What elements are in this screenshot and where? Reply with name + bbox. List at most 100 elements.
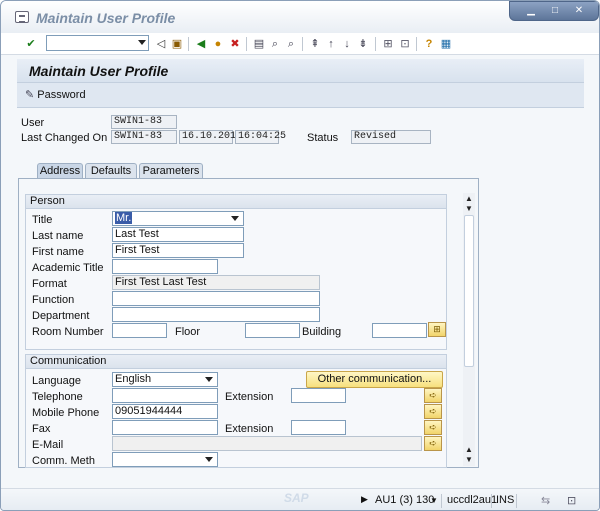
last-changed-label: Last Changed On [21, 132, 108, 144]
save-icon[interactable]: ▣ [169, 36, 185, 52]
title-bar: Maintain User Profile ▁ □ ✕ [1, 1, 599, 33]
password-button[interactable]: ✎ Password [25, 88, 86, 102]
history-back-icon[interactable]: ◁ [153, 36, 169, 52]
department-label: Department [32, 310, 90, 322]
changed-time-value: 16:04:25 [235, 130, 286, 144]
minimize-icon[interactable]: ▁ [524, 5, 538, 17]
other-communication-button[interactable]: Other communication... [306, 371, 443, 388]
window-title: Maintain User Profile [36, 10, 176, 26]
vertical-scrollbar[interactable]: ▲ ▼ ▲ ▼ [463, 193, 475, 466]
telephone-input[interactable] [112, 388, 218, 403]
fax-input[interactable] [112, 420, 218, 435]
communication-group: Communication Language English Other com… [25, 354, 447, 468]
fax-extension-input[interactable] [291, 420, 346, 435]
mobile-phone-label: Mobile Phone [32, 407, 100, 419]
customize-layout-icon[interactable]: ▦ [438, 36, 454, 52]
command-field[interactable] [46, 35, 149, 51]
format-label: Format [32, 278, 67, 290]
status-value: Revised [351, 130, 431, 144]
back-icon[interactable]: ◀ [193, 36, 209, 52]
sap-logo: SAP [284, 491, 309, 505]
department-input[interactable] [112, 307, 320, 322]
title-value: Mr. [115, 212, 133, 224]
title-select[interactable]: Mr. [112, 211, 244, 226]
mobile-phone-input[interactable]: 09051944444 [112, 404, 218, 419]
changed-date-value: 16.10.2014 [179, 130, 242, 144]
scroll-thumb[interactable] [464, 215, 474, 367]
exit-icon[interactable]: ● [210, 36, 226, 52]
email-label: E-Mail [32, 439, 64, 451]
address-details-icon[interactable]: ⊞ [428, 322, 446, 337]
first-name-label: First name [32, 246, 84, 258]
cancel-icon[interactable]: ✖ [227, 36, 243, 52]
previous-page-icon[interactable]: ↑ [323, 36, 339, 52]
person-group: Person Title Mr. Last name Last Test Fir… [25, 194, 447, 350]
shortcut-icon[interactable]: ⊡ [397, 36, 413, 52]
password-button-label: Password [37, 89, 86, 101]
sap-window: Maintain User Profile ▁ □ ✕ ✔ ◁ ▣ ◀ ● ✖ … [0, 0, 600, 511]
floor-label: Floor [175, 326, 201, 338]
print-icon[interactable]: ▤ [251, 36, 267, 52]
create-session-icon[interactable]: ⊞ [380, 36, 396, 52]
title-label: Title [32, 214, 53, 226]
last-page-icon[interactable]: ⇟ [355, 36, 371, 52]
window-menu-icon[interactable] [15, 11, 29, 23]
email-input[interactable] [112, 436, 422, 451]
building-input[interactable] [372, 323, 427, 338]
window-controls: ▁ □ ✕ [509, 1, 599, 21]
language-label: Language [32, 375, 81, 387]
enter-icon[interactable]: ✔ [23, 36, 39, 52]
insert-mode: INS [496, 494, 515, 506]
maximize-icon[interactable]: □ [548, 5, 562, 17]
last-name-input[interactable]: Last Test [112, 227, 244, 242]
tab-parameters[interactable]: Parameters [139, 163, 203, 179]
fax-label: Fax [32, 423, 51, 435]
user-label: User [21, 117, 45, 129]
function-input[interactable] [112, 291, 320, 306]
find-icon[interactable]: ⌕ [267, 36, 283, 52]
page-title: Maintain User Profile [29, 63, 169, 79]
find-next-icon[interactable]: ⌕ [283, 36, 299, 52]
system-dropdown-icon[interactable]: ▼ [430, 496, 438, 505]
tab-address[interactable]: Address [37, 163, 83, 179]
lock-icon[interactable]: ⊡ [567, 494, 576, 507]
mobile-more-icon[interactable]: ➪ [424, 404, 442, 419]
fax-extension-label: Extension [225, 423, 274, 435]
close-icon[interactable]: ✕ [572, 5, 586, 17]
communication-group-title: Communication [26, 355, 446, 369]
telephone-label: Telephone [32, 391, 83, 403]
user-value: SWIN1-83 [111, 115, 177, 129]
academic-title-label: Academic Title [32, 262, 104, 274]
fax-more-icon[interactable]: ➪ [424, 420, 442, 435]
email-more-icon[interactable]: ➪ [424, 436, 442, 451]
layout-icon[interactable]: ⇆ [541, 494, 550, 507]
telephone-extension-input[interactable] [291, 388, 346, 403]
format-value: First Test Last Test [112, 275, 320, 290]
person-group-title: Person [26, 195, 446, 209]
first-name-input[interactable]: First Test [112, 243, 244, 258]
first-page-icon[interactable]: ⇞ [307, 36, 323, 52]
comm-method-select[interactable] [112, 452, 218, 467]
academic-title-input[interactable] [112, 259, 218, 274]
scroll-page-up-icon[interactable]: ▼ [463, 203, 475, 215]
scroll-down-icon[interactable]: ▼ [463, 454, 475, 466]
address-tab-panel: Person Title Mr. Last name Last Test Fir… [18, 178, 479, 468]
telephone-extension-label: Extension [225, 391, 274, 403]
status-bar: SAP ▶ AU1 (3) 130 ▼ uccdl2au1 INS ⇆ ⊡ [1, 488, 599, 510]
function-label: Function [32, 294, 75, 306]
command-dropdown-icon[interactable] [138, 40, 146, 45]
status-expand-icon[interactable]: ▶ [361, 494, 368, 505]
tab-defaults[interactable]: Defaults [85, 163, 137, 179]
system-info[interactable]: AU1 (3) 130 [375, 494, 434, 506]
room-number-input[interactable] [112, 323, 167, 338]
application-toolbar: ✎ Password [17, 83, 584, 108]
next-page-icon[interactable]: ↓ [339, 36, 355, 52]
floor-input[interactable] [245, 323, 300, 338]
server-info: uccdl2au1 [447, 494, 498, 506]
language-select[interactable]: English [112, 372, 218, 387]
building-label: Building [302, 326, 342, 338]
help-icon[interactable]: ? [421, 36, 437, 52]
status-label: Status [307, 132, 339, 144]
telephone-more-icon[interactable]: ➪ [424, 388, 442, 403]
last-name-label: Last name [32, 230, 84, 242]
